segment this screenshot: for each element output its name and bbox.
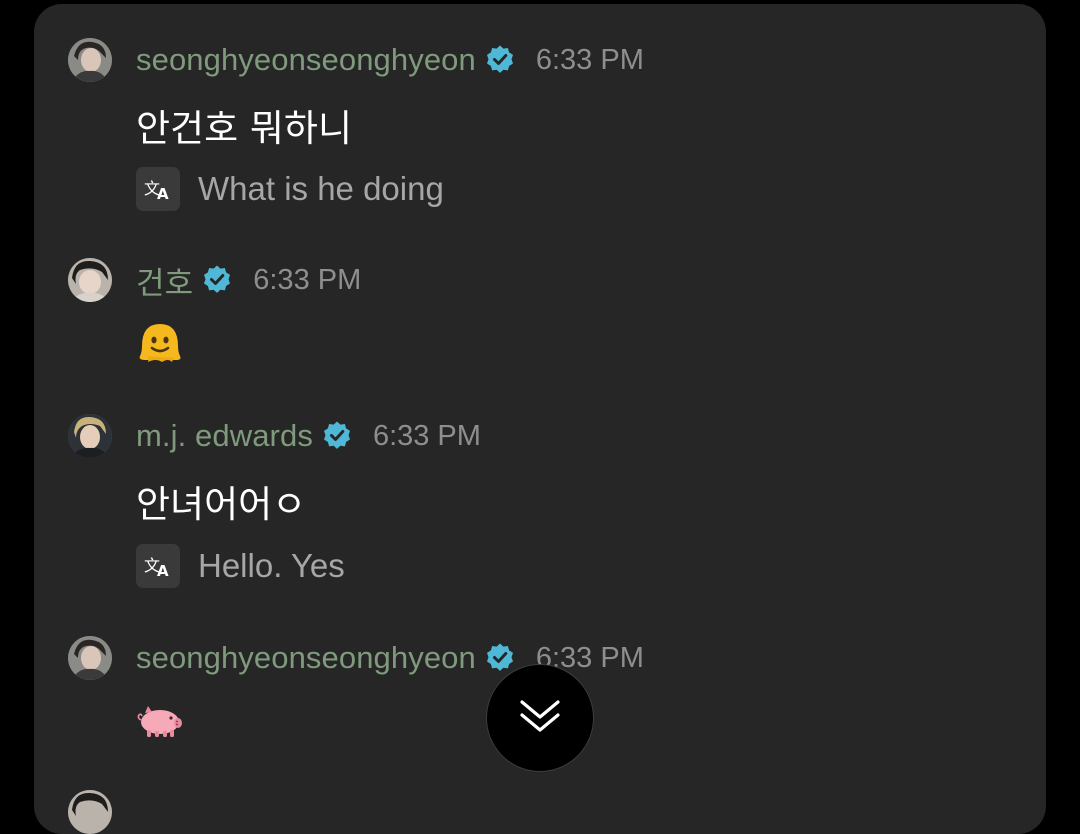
translate-icon[interactable]: 文 A [136, 167, 180, 211]
message-header: 건호 6:33 PM [136, 258, 362, 303]
message-header: m.j. edwards 6:33 PM [136, 416, 481, 456]
verified-badge-icon [201, 264, 233, 296]
translate-icon[interactable]: 文 A [136, 544, 180, 588]
translation-row: 文 A Hello. Yes [136, 543, 345, 589]
pig-emoji [136, 696, 184, 744]
username[interactable]: seonghyeonseonghyeon [136, 640, 476, 676]
verified-badge-icon [484, 642, 516, 674]
avatar[interactable] [68, 636, 112, 680]
username[interactable]: seonghyeonseonghyeon [136, 42, 476, 78]
message-header: seonghyeonseonghyeon 6:33 PM [136, 40, 644, 80]
translation-row: 文 A What is he doing [136, 166, 444, 212]
translation-text: Hello. Yes [198, 547, 345, 584]
username[interactable]: m.j. edwards [136, 418, 313, 454]
timestamp: 6:33 PM [253, 263, 362, 296]
verified-badge-icon [484, 44, 516, 76]
double-chevron-down-icon [518, 696, 562, 741]
avatar[interactable] [68, 414, 112, 458]
message-text: 안녀어어ㅇ [136, 483, 307, 526]
timestamp: 6:33 PM [535, 43, 644, 76]
avatar[interactable] [68, 38, 112, 82]
avatar[interactable] [68, 258, 112, 302]
melting-face-emoji [136, 318, 184, 366]
avatar[interactable] [68, 790, 112, 834]
scroll-to-bottom-button[interactable] [486, 664, 594, 772]
svg-text:A: A [157, 185, 169, 202]
timestamp: 6:33 PM [372, 419, 481, 452]
username[interactable]: 건호 [136, 258, 193, 303]
verified-badge-icon [321, 420, 353, 452]
svg-text:A: A [157, 562, 169, 579]
translation-text: What is he doing [198, 170, 444, 207]
message-text: 안건호 뭐하니 [136, 107, 353, 150]
